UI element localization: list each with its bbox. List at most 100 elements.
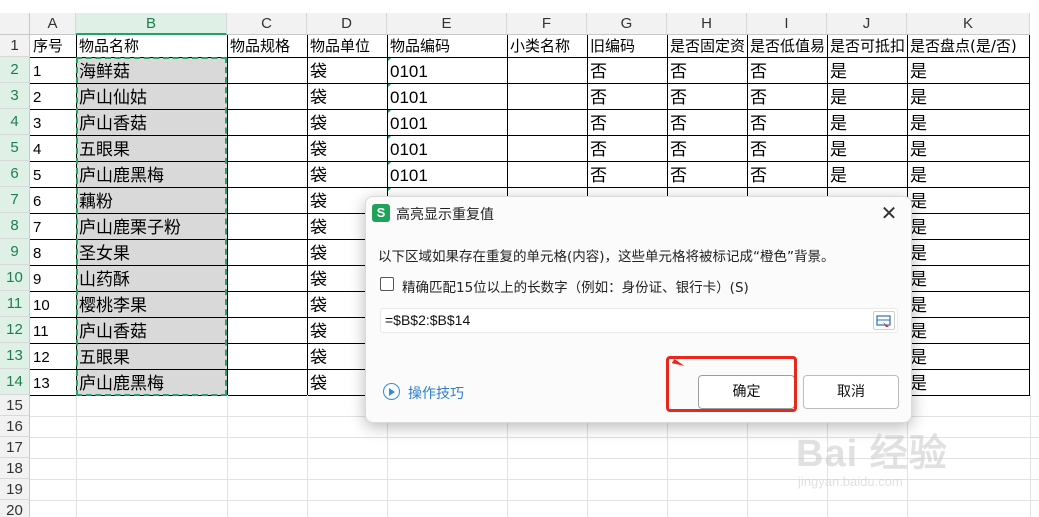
cell-b11[interactable]: 樱桃李果 [76, 291, 227, 317]
cell-b7[interactable]: 藕粉 [76, 187, 227, 213]
range-picker-icon[interactable] [873, 311, 895, 330]
cell-b14[interactable]: 庐山鹿黑梅 [76, 369, 227, 395]
cell-f6[interactable] [507, 161, 587, 187]
header-cell-k[interactable]: 是否盘点(是/否) [907, 35, 1030, 57]
header-cell-d[interactable]: 物品单位 [307, 35, 387, 57]
cell-d5[interactable]: 袋 [307, 135, 387, 161]
cell-a2[interactable]: 1 [30, 57, 76, 83]
header-cell-j[interactable]: 是否可抵扣 [827, 35, 907, 57]
row-header-5[interactable]: 5 [0, 135, 30, 161]
long-number-checkbox[interactable] [380, 277, 394, 291]
cell-k8[interactable]: 是 [907, 213, 1030, 239]
tips-link[interactable]: 操作技巧 [408, 383, 464, 403]
cell-g3[interactable]: 否 [587, 83, 667, 109]
row-header-7[interactable]: 7 [0, 187, 30, 213]
cell-j4[interactable]: 是 [827, 109, 907, 135]
cell-h3[interactable]: 否 [667, 83, 747, 109]
row-header-19[interactable]: 19 [0, 479, 30, 500]
cell-b10[interactable]: 山药酥 [76, 265, 227, 291]
row-header-12[interactable]: 12 [0, 317, 30, 343]
cell-c7[interactable] [227, 187, 307, 213]
range-input[interactable]: =$B$2:$B$14 [380, 308, 898, 333]
header-cell-g[interactable]: 旧编码 [587, 35, 667, 57]
cell-c13[interactable] [227, 343, 307, 369]
cell-g6[interactable]: 否 [587, 161, 667, 187]
cell-f2[interactable] [507, 57, 587, 83]
cell-a13[interactable]: 12 [30, 343, 76, 369]
cell-k10[interactable]: 是 [907, 265, 1030, 291]
cell-d6[interactable]: 袋 [307, 161, 387, 187]
cell-c10[interactable] [227, 265, 307, 291]
row-header-11[interactable]: 11 [0, 291, 30, 317]
header-cell-c[interactable]: 物品规格 [227, 35, 307, 57]
header-cell-e[interactable]: 物品编码 [387, 35, 507, 57]
row-header-9[interactable]: 9 [0, 239, 30, 265]
row-header-18[interactable]: 18 [0, 458, 30, 479]
cell-c9[interactable] [227, 239, 307, 265]
cell-b13[interactable]: 五眼果 [76, 343, 227, 369]
cell-a14[interactable]: 13 [30, 369, 76, 395]
row-header-17[interactable]: 17 [0, 437, 30, 458]
column-header-d[interactable]: D [307, 13, 387, 35]
cell-k12[interactable]: 是 [907, 317, 1030, 343]
cell-d3[interactable]: 袋 [307, 83, 387, 109]
cell-a12[interactable]: 11 [30, 317, 76, 343]
cell-b3[interactable]: 庐山仙姑 [76, 83, 227, 109]
column-header-k[interactable]: K [907, 13, 1030, 35]
row-header-13[interactable]: 13 [0, 343, 30, 369]
cell-c12[interactable] [227, 317, 307, 343]
cell-b9[interactable]: 圣女果 [76, 239, 227, 265]
column-header-f[interactable]: F [507, 13, 587, 35]
cell-j3[interactable]: 是 [827, 83, 907, 109]
cell-d4[interactable]: 袋 [307, 109, 387, 135]
cell-e5[interactable]: 0101 [387, 135, 507, 161]
long-number-checkbox-label[interactable]: 精确匹配15位以上的长数字（例如：身份证、银行卡）(S) [402, 276, 749, 296]
cell-b5[interactable]: 五眼果 [76, 135, 227, 161]
cell-j6[interactable]: 是 [827, 161, 907, 187]
cell-k13[interactable]: 是 [907, 343, 1030, 369]
header-cell-i[interactable]: 是否低值易 [747, 35, 827, 57]
cell-k4[interactable]: 是 [907, 109, 1030, 135]
column-header-e[interactable]: E [387, 13, 507, 35]
cell-k11[interactable]: 是 [907, 291, 1030, 317]
cell-f4[interactable] [507, 109, 587, 135]
cell-k3[interactable]: 是 [907, 83, 1030, 109]
cell-e3[interactable]: 0101 [387, 83, 507, 109]
row-header-8[interactable]: 8 [0, 213, 30, 239]
column-header-c[interactable]: C [227, 13, 307, 35]
play-tips-icon[interactable] [383, 383, 400, 400]
cell-a9[interactable]: 8 [30, 239, 76, 265]
cell-f5[interactable] [507, 135, 587, 161]
row-header-6[interactable]: 6 [0, 161, 30, 187]
cell-c5[interactable] [227, 135, 307, 161]
cell-a10[interactable]: 9 [30, 265, 76, 291]
cell-e6[interactable]: 0101 [387, 161, 507, 187]
cell-b4[interactable]: 庐山香菇 [76, 109, 227, 135]
cell-k2[interactable]: 是 [907, 57, 1030, 83]
row-header-10[interactable]: 10 [0, 265, 30, 291]
row-header-3[interactable]: 3 [0, 83, 30, 109]
cell-d2[interactable]: 袋 [307, 57, 387, 83]
header-cell-f[interactable]: 小类名称 [507, 35, 587, 57]
row-header-14[interactable]: 14 [0, 369, 30, 395]
cell-e4[interactable]: 0101 [387, 109, 507, 135]
cell-c8[interactable] [227, 213, 307, 239]
cell-c2[interactable] [227, 57, 307, 83]
cell-i3[interactable]: 否 [747, 83, 827, 109]
row-header-4[interactable]: 4 [0, 109, 30, 135]
row-header-20[interactable]: 20 [0, 500, 30, 517]
cell-c14[interactable] [227, 369, 307, 395]
row-header-16[interactable]: 16 [0, 416, 30, 437]
cell-g5[interactable]: 否 [587, 135, 667, 161]
cell-j5[interactable]: 是 [827, 135, 907, 161]
cell-a4[interactable]: 3 [30, 109, 76, 135]
cell-a7[interactable]: 6 [30, 187, 76, 213]
cell-b12[interactable]: 庐山香菇 [76, 317, 227, 343]
cell-g4[interactable]: 否 [587, 109, 667, 135]
cell-c4[interactable] [227, 109, 307, 135]
cell-h4[interactable]: 否 [667, 109, 747, 135]
cell-f3[interactable] [507, 83, 587, 109]
cell-i4[interactable]: 否 [747, 109, 827, 135]
cell-a3[interactable]: 2 [30, 83, 76, 109]
cell-i6[interactable]: 否 [747, 161, 827, 187]
